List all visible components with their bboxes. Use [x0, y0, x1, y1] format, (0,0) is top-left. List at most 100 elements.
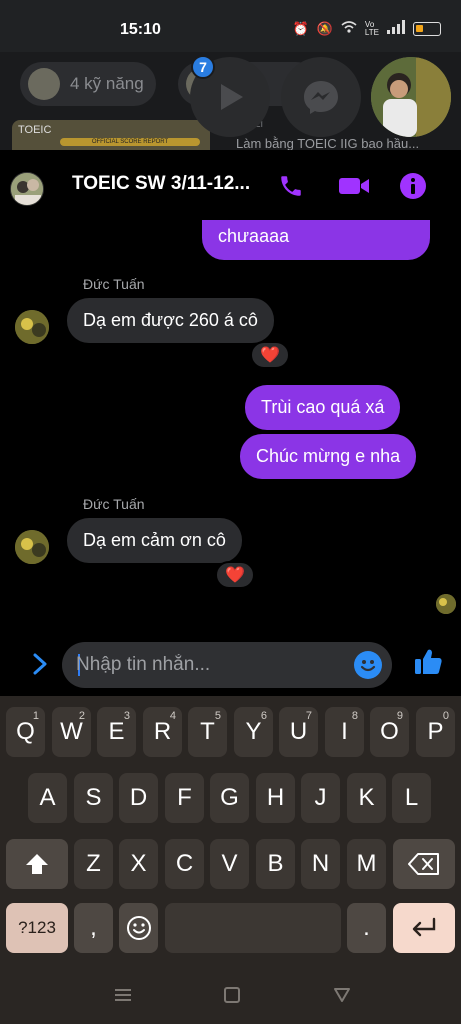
- play-icon: [221, 84, 243, 110]
- shift-key[interactable]: [6, 839, 68, 889]
- key-m[interactable]: M: [347, 839, 386, 889]
- enter-icon: [412, 917, 436, 937]
- square-icon: [224, 987, 240, 1003]
- message-text: Dạ em được 260 á cô: [83, 310, 258, 330]
- key-v[interactable]: V: [210, 839, 249, 889]
- message-text: chưaaaa: [218, 226, 290, 246]
- key-h[interactable]: H: [256, 773, 295, 823]
- period-key[interactable]: .: [347, 903, 386, 953]
- contact-chat-head-avatar[interactable]: [371, 57, 451, 137]
- feed-card-thumbnail[interactable]: TOEIC OFFICIAL SCORE REPORT: [12, 120, 210, 150]
- video-camera-icon: [339, 178, 369, 194]
- info-icon: [400, 173, 426, 199]
- key-q[interactable]: Q1: [6, 707, 45, 757]
- key-z[interactable]: Z: [74, 839, 113, 889]
- key-s[interactable]: S: [74, 773, 113, 823]
- feed-card-label: TOEIC: [18, 124, 52, 136]
- key-y[interactable]: Y6: [234, 707, 273, 757]
- key-w[interactable]: W2: [52, 707, 91, 757]
- key-b[interactable]: B: [256, 839, 295, 889]
- comma-key[interactable]: ,: [74, 903, 113, 953]
- message-incoming[interactable]: Dạ em cảm ơn cô: [67, 518, 242, 563]
- sender-name: Đức Tuấn: [83, 496, 145, 512]
- enter-key[interactable]: [393, 903, 455, 953]
- recents-button[interactable]: [112, 984, 134, 1006]
- key-a[interactable]: A: [28, 773, 67, 823]
- call-button[interactable]: [274, 169, 308, 203]
- key-r[interactable]: R4: [143, 707, 182, 757]
- messenger-chat-head[interactable]: [281, 57, 361, 137]
- signal-icon: [387, 20, 405, 37]
- seen-indicator-avatar: [436, 594, 456, 614]
- chevron-right-icon: [33, 653, 47, 675]
- emoji-button[interactable]: [354, 651, 382, 679]
- sender-avatar[interactable]: [15, 310, 49, 344]
- on-screen-keyboard: Q1 W2 E3 R4 T5 Y6 U7 I8 O9 P0 A S D F G …: [0, 696, 461, 966]
- heart-reaction[interactable]: ❤️: [250, 341, 290, 369]
- status-bar: 15:10 ⏰ 🔕 Vo LTE: [0, 0, 461, 52]
- feed-chip[interactable]: 4 kỹ năng: [20, 62, 156, 106]
- home-button[interactable]: [221, 984, 243, 1006]
- message-outgoing[interactable]: Chúc mừng e nha: [240, 434, 417, 479]
- message-list[interactable]: chưaaaa Đức Tuấn Dạ em được 260 á cô ❤️ …: [0, 220, 461, 640]
- key-e[interactable]: E3: [97, 707, 136, 757]
- smiley-icon: [126, 916, 151, 940]
- alarm-icon: ⏰: [292, 20, 309, 36]
- contact-photo: [371, 57, 451, 137]
- key-n[interactable]: N: [301, 839, 340, 889]
- sender-avatar[interactable]: [15, 530, 49, 564]
- backspace-key[interactable]: [393, 839, 455, 889]
- key-f[interactable]: F: [165, 773, 204, 823]
- message-input[interactable]: [76, 642, 346, 688]
- space-key[interactable]: [165, 903, 341, 953]
- status-icons: ⏰ 🔕 Vo LTE: [293, 20, 441, 37]
- key-x[interactable]: X: [119, 839, 158, 889]
- symbols-key[interactable]: ?123: [6, 903, 68, 953]
- expand-actions-button[interactable]: [28, 650, 52, 678]
- phone-icon: [281, 176, 301, 196]
- key-d[interactable]: D: [119, 773, 158, 823]
- thumbs-up-icon: [415, 649, 442, 674]
- wifi-icon: [341, 20, 357, 37]
- key-g[interactable]: G: [210, 773, 249, 823]
- feed-title[interactable]: Làm bằng TOEIC IIG bao hầu...: [236, 136, 419, 151]
- shift-icon: [26, 854, 48, 874]
- key-j[interactable]: J: [301, 773, 340, 823]
- key-k[interactable]: K: [347, 773, 386, 823]
- message-composer: [0, 640, 461, 696]
- battery-icon: [413, 21, 441, 36]
- feed-chip-thumbnail: [28, 68, 60, 100]
- heart-icon: ❤️: [260, 347, 280, 364]
- message-incoming[interactable]: Dạ em được 260 á cô: [67, 298, 274, 343]
- group-avatar[interactable]: [10, 172, 44, 206]
- video-call-button[interactable]: [337, 169, 371, 203]
- emoji-key[interactable]: [119, 903, 158, 953]
- message-input-container[interactable]: [62, 642, 392, 688]
- chat-header: TOEIC SW 3/11-12...: [0, 150, 461, 220]
- info-button[interactable]: [396, 169, 430, 203]
- feed-card-sub: OFFICIAL SCORE REPORT: [60, 138, 200, 146]
- mute-icon: 🔕: [316, 20, 333, 36]
- message-text: Dạ em cảm ơn cô: [83, 530, 226, 550]
- volte-icon: Vo LTE: [364, 19, 379, 37]
- chat-title[interactable]: TOEIC SW 3/11-12...: [72, 173, 262, 195]
- key-p[interactable]: P0: [416, 707, 455, 757]
- key-i[interactable]: I8: [325, 707, 364, 757]
- backspace-icon: [408, 853, 439, 875]
- like-button[interactable]: [412, 646, 444, 678]
- messenger-icon: [304, 81, 338, 114]
- key-u[interactable]: U7: [279, 707, 318, 757]
- key-o[interactable]: O9: [370, 707, 409, 757]
- sender-name: Đức Tuấn: [83, 276, 145, 292]
- back-button[interactable]: [331, 984, 353, 1006]
- key-t[interactable]: T5: [188, 707, 227, 757]
- menu-icon: [115, 989, 131, 1001]
- key-c[interactable]: C: [165, 839, 204, 889]
- key-l[interactable]: L: [392, 773, 431, 823]
- message-outgoing[interactable]: Trùi cao quá xá: [245, 385, 401, 430]
- heart-reaction[interactable]: ❤️: [215, 561, 255, 589]
- status-time: 15:10: [120, 21, 161, 38]
- triangle-back-icon: [334, 988, 350, 1002]
- message-text: Trùi cao quá xá: [261, 397, 385, 417]
- message-outgoing[interactable]: chưaaaa: [202, 220, 430, 260]
